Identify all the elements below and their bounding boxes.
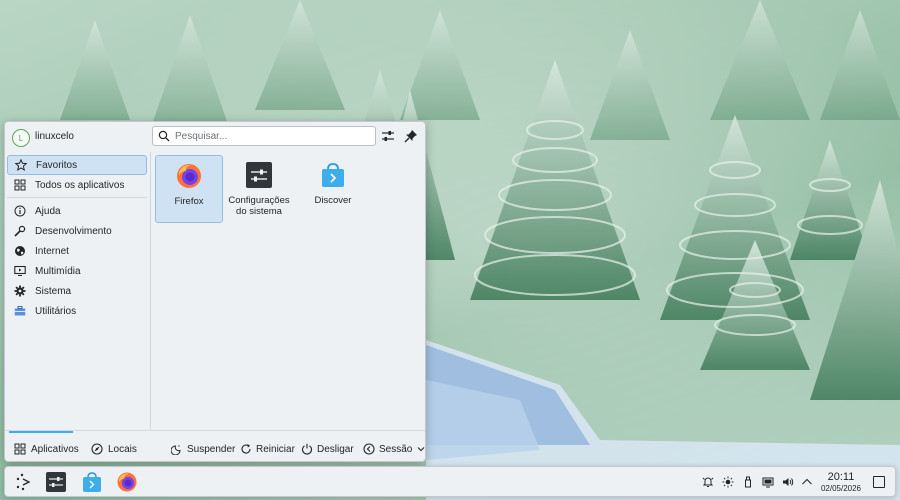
clock-date[interactable]: 02/05/2026 — [817, 484, 865, 493]
sidebar-item-label: Todos os aplicativos — [35, 179, 125, 191]
sidebar-item-label: Ajuda — [35, 205, 61, 217]
app-label: Firefox — [174, 196, 204, 207]
show-desktop-icon[interactable] — [873, 476, 885, 488]
sidebar-item-sistema[interactable]: Sistema — [7, 281, 147, 301]
sidebar-item-favoritos[interactable]: Favoritos — [7, 155, 147, 175]
tab-label: Locais — [108, 443, 137, 455]
system-settings-icon — [246, 162, 272, 188]
wrench-icon — [14, 225, 26, 237]
help-icon — [14, 205, 26, 217]
clock-time[interactable]: 20:11 — [821, 471, 861, 483]
configure-icon[interactable] — [381, 129, 395, 143]
sidebar-item-label: Internet — [35, 245, 69, 257]
tab-locais[interactable]: Locais — [91, 440, 137, 458]
launcher-icon[interactable] — [13, 471, 35, 493]
toolbox-icon — [14, 306, 26, 316]
brightness-icon[interactable] — [722, 476, 734, 488]
avatar[interactable]: L — [12, 129, 30, 147]
sidebar-item-todos[interactable]: Todos os aplicativos — [7, 175, 147, 195]
taskbar: 20:11 02/05/2026 — [4, 466, 896, 497]
star-icon — [15, 159, 27, 171]
sidebar-item-multimidia[interactable]: Multimídia — [7, 261, 147, 281]
avatar-letter: L — [18, 133, 24, 143]
restart-button[interactable]: Reiniciar — [240, 440, 295, 458]
launcher-header: L linuxcelo — [5, 122, 425, 152]
sidebar-item-label: Multimídia — [35, 265, 81, 277]
notification-bell-icon[interactable] — [702, 476, 714, 488]
restart-icon — [241, 444, 251, 454]
app-label: Configurações do sistema — [228, 195, 290, 217]
firefox-icon[interactable] — [116, 471, 138, 493]
monitor-icon — [14, 265, 26, 276]
app-tile-discover[interactable]: Discover — [299, 155, 367, 223]
firefox-icon — [177, 164, 201, 188]
search-input[interactable] — [175, 130, 365, 142]
suspend-icon: z — [171, 443, 181, 455]
shutdown-button[interactable]: Desligar — [301, 440, 354, 458]
sidebar-separator — [7, 197, 147, 198]
grid-icon — [14, 179, 26, 191]
tab-label: Aplicativos — [31, 443, 79, 455]
search-icon — [158, 130, 170, 142]
volume-icon[interactable] — [782, 476, 794, 488]
discover-icon[interactable] — [81, 471, 103, 493]
app-label: Discover — [314, 195, 352, 206]
panel-divider — [150, 152, 151, 430]
tab-aplicativos[interactable]: Aplicativos — [14, 440, 79, 458]
power-label: Suspender — [187, 443, 236, 455]
sidebar-item-label: Utilitários — [35, 305, 77, 317]
apps-grid-icon — [14, 443, 26, 455]
sidebar-item-desenvolvimento[interactable]: Desenvolvimento — [7, 221, 147, 241]
sidebar-item-ajuda[interactable]: Ajuda — [7, 201, 147, 221]
search-box[interactable] — [152, 126, 376, 146]
compass-icon — [91, 443, 103, 455]
username: linuxcelo — [35, 131, 74, 142]
svg-text:z: z — [178, 443, 180, 448]
sidebar-item-label: Favoritos — [36, 159, 78, 171]
pin-icon[interactable] — [404, 129, 418, 143]
power-label: Desligar — [317, 443, 354, 455]
session-button[interactable]: Sessão — [363, 440, 425, 458]
clipboard-icon[interactable] — [762, 476, 774, 488]
chevron-down-icon — [417, 447, 425, 452]
globe-icon — [15, 246, 25, 256]
gear-icon — [14, 285, 26, 297]
application-launcher: L linuxcelo Favoritos Todos — [4, 121, 426, 462]
discover-icon — [322, 163, 344, 187]
active-tab-indicator — [9, 431, 73, 433]
power-label: Reiniciar — [256, 443, 295, 455]
shutdown-icon — [302, 443, 312, 455]
sidebar-item-internet[interactable]: Internet — [7, 241, 147, 261]
session-icon — [363, 443, 375, 455]
sidebar-item-utilitarios[interactable]: Utilitários — [7, 301, 147, 321]
system-settings-icon[interactable] — [45, 471, 67, 493]
sidebar-item-label: Desenvolvimento — [35, 225, 112, 237]
suspend-button[interactable]: z Suspender — [171, 440, 235, 458]
sidebar-item-label: Sistema — [35, 285, 72, 297]
app-tile-system-settings[interactable]: Configurações do sistema — [223, 155, 295, 223]
chevron-up-icon[interactable] — [801, 476, 813, 488]
app-tile-firefox[interactable]: Firefox — [155, 155, 223, 223]
launcher-footer: Aplicativos Locais z Suspender Reiniciar… — [5, 431, 425, 461]
power-label: Sessão — [379, 443, 413, 455]
usb-icon[interactable] — [742, 476, 754, 488]
category-sidebar: Favoritos Todos os aplicativos Ajuda Des… — [7, 155, 147, 321]
